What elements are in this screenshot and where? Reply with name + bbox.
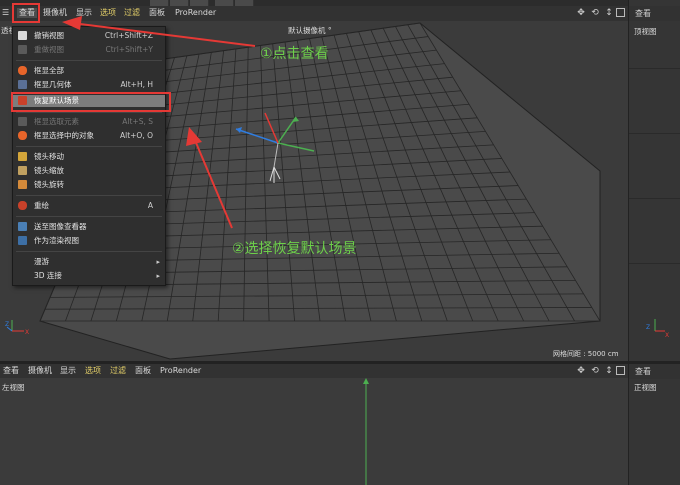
menu-item-label: 重绘	[34, 201, 49, 210]
submenu-arrow-icon: ▸	[156, 258, 160, 266]
svg-text:Z: Z	[5, 321, 9, 328]
frame-geometry-icon	[18, 80, 27, 89]
menu-item-label: 框显选取元素	[34, 117, 79, 126]
menu-item-label: 镜头缩放	[34, 166, 64, 175]
menu-panel-bottom[interactable]: 面板	[135, 366, 151, 376]
menu-view-front-view[interactable]: 查看	[635, 366, 651, 377]
menu-item-label: 框显全部	[34, 66, 64, 75]
menu-camera[interactable]: 摄像机	[43, 8, 67, 18]
menu-item-label: 框显选择中的对象	[34, 131, 94, 140]
zoom-view-icon[interactable]: ↕	[604, 8, 614, 18]
menu-item-frame-geometry[interactable]: 框显几何体 Alt+H, H	[13, 80, 165, 91]
transform-gizmo-icon[interactable]	[218, 107, 358, 217]
menu-panel[interactable]: 面板	[149, 8, 165, 18]
submenu-arrow-icon: ▸	[156, 272, 160, 280]
menu-item-shortcut: Ctrl+Shift+Y	[105, 45, 153, 54]
annotation-step2: ②选择恢复默认场景	[232, 241, 357, 257]
undo-view-icon	[18, 31, 27, 40]
redo-view-icon	[18, 45, 27, 54]
menu-item-label: 框显几何体	[34, 80, 72, 89]
rotate-view-icon[interactable]: ⟲	[590, 366, 600, 376]
camera-label[interactable]: 默认摄像机 °	[288, 25, 332, 36]
highlight-restore-item	[11, 92, 171, 112]
menu-item-label: 镜头移动	[34, 152, 64, 161]
menu-item-camera-zoom[interactable]: 镜头缩放	[13, 166, 165, 177]
svg-text:X: X	[25, 329, 29, 336]
frame-selected-elements-icon	[18, 117, 27, 126]
menu-prorender-bottom[interactable]: ProRender	[160, 366, 201, 376]
menu-item-label: 漫游	[34, 257, 49, 266]
menu-display[interactable]: 显示	[76, 8, 92, 18]
menu-item-send-to-picture-viewer[interactable]: 送至图像查看器	[13, 222, 165, 233]
menu-item-label: 作为渲染视图	[34, 236, 79, 245]
menu-item-shortcut: Alt+H, H	[120, 80, 154, 89]
maximize-view-icon[interactable]	[616, 8, 625, 17]
viewport-menubar-bottom: 查看 摄像机 显示 选项 过滤 面板 ProRender ✥ ⟲ ↕	[0, 364, 628, 378]
menu-item-shortcut: Alt+O, O	[119, 131, 153, 140]
menu-item-label: 撤销视图	[34, 31, 64, 40]
svg-text:X: X	[665, 332, 669, 339]
send-to-picture-viewer-icon	[18, 222, 27, 231]
hamburger-menu-icon[interactable]: ☰	[2, 8, 9, 18]
world-axis-icon: Z X	[5, 320, 29, 336]
menu-item-3d-connexion[interactable]: 3D 连接 ▸	[13, 271, 165, 282]
menu-item-label: 送至图像查看器	[34, 222, 87, 231]
view-dropdown-menu: 撤销视图 Ctrl+Shift+Z 重做视图 Ctrl+Shift+Y 框显全部…	[12, 26, 166, 286]
redraw-icon	[18, 201, 27, 210]
zoom-view-icon[interactable]: ↕	[604, 366, 614, 376]
menu-item-label: 镜头旋转	[34, 180, 64, 189]
rotate-view-icon[interactable]: ⟲	[590, 8, 600, 18]
menu-item-frame-selected-objects[interactable]: 框显选择中的对象 Alt+O, O	[13, 131, 165, 142]
menu-filter[interactable]: 过滤	[124, 8, 140, 18]
menu-item-frame-all[interactable]: 框显全部	[13, 66, 165, 77]
svg-text:Z: Z	[646, 324, 650, 331]
move-view-icon[interactable]: ✥	[576, 366, 586, 376]
top-view-axis-icon: Z X	[646, 319, 669, 339]
camera-move-icon	[18, 152, 27, 161]
viewport-menubar: ☰ 查看 摄像机 显示 选项 过滤 面板 ProRender ✥ ⟲ ↕	[0, 6, 628, 21]
menu-item-label: 重做视图	[34, 45, 64, 54]
highlight-view-menu	[12, 3, 40, 23]
menu-item-camera-move[interactable]: 镜头移动	[13, 152, 165, 163]
menu-view-top-view[interactable]: 查看	[635, 8, 651, 19]
maximize-view-icon[interactable]	[616, 366, 625, 375]
menu-item-shortcut: Alt+S, S	[122, 117, 153, 126]
frame-all-icon	[18, 66, 27, 75]
as-render-view-icon	[18, 236, 27, 245]
menu-item-navigation[interactable]: 漫游 ▸	[13, 257, 165, 268]
menu-filter-bottom[interactable]: 过滤	[110, 366, 126, 376]
menu-item-shortcut: Ctrl+Shift+Z	[104, 31, 153, 40]
menu-view-bottom[interactable]: 查看	[3, 366, 19, 376]
menu-display-bottom[interactable]: 显示	[60, 366, 76, 376]
right-viewport-column: 查看 顶视图 Z X 查看 正视图	[628, 0, 680, 485]
annotation-step1: ①点击查看	[260, 46, 329, 62]
menu-prorender[interactable]: ProRender	[175, 8, 216, 18]
menu-item-as-render-view[interactable]: 作为渲染视图	[13, 236, 165, 247]
menu-item-camera-rotate[interactable]: 镜头旋转	[13, 180, 165, 191]
menu-camera-bottom[interactable]: 摄像机	[28, 366, 52, 376]
viewport-label-front: 正视图	[634, 383, 657, 392]
move-view-icon[interactable]: ✥	[576, 8, 586, 18]
menu-options-bottom[interactable]: 选项	[85, 366, 101, 376]
viewport-label-top: 顶视图	[634, 27, 657, 36]
menu-options[interactable]: 选项	[100, 8, 116, 18]
menu-item-undo-view[interactable]: 撤销视图 Ctrl+Shift+Z	[13, 31, 165, 42]
menu-item-frame-selected-elements[interactable]: 框显选取元素 Alt+S, S	[13, 117, 165, 128]
menu-item-redraw[interactable]: 重绘 A	[13, 201, 165, 212]
menu-item-redo-view[interactable]: 重做视图 Ctrl+Shift+Y	[13, 45, 165, 56]
camera-rotate-icon	[18, 180, 27, 189]
y-axis-line	[363, 378, 369, 485]
camera-zoom-icon	[18, 166, 27, 175]
grid-spacing-label: 网格间距 : 5000 cm	[553, 350, 619, 358]
menu-item-shortcut: A	[147, 201, 153, 210]
frame-selected-objects-icon	[18, 131, 27, 140]
menu-item-label: 3D 连接	[34, 271, 62, 280]
left-viewport[interactable]: 左视图	[0, 378, 628, 485]
